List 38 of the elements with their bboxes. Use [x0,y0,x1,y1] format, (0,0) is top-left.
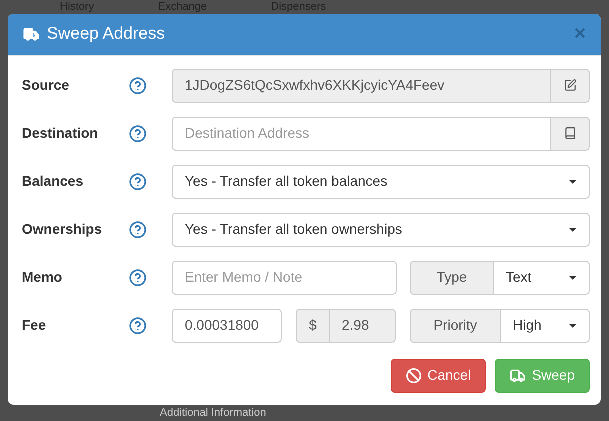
prohibited-icon [406,368,422,384]
dropdown[interactable]: Yes - Transfer all token ownerships [172,212,590,246]
field-label: Fee [22,316,48,335]
address-field[interactable]: Destination Address [172,116,551,150]
book-icon [564,127,576,140]
help-icon[interactable] [129,76,147,94]
caret-icon [569,180,577,184]
field-label: Balances [22,172,84,191]
help-icon[interactable] [129,172,147,190]
dialog-title: Sweep Address [47,23,166,46]
truck-icon [510,368,526,384]
usd-value: 2.98 [330,308,396,342]
dropdown[interactable]: Yes - Transfer all token balances [172,164,590,198]
field-label: Source [22,76,70,95]
field-label: Ownerships [22,220,104,239]
edit-button[interactable] [551,68,590,102]
cancel-button[interactable]: Cancel [390,358,486,392]
caret-icon [569,228,577,232]
currency-symbol: $ [296,308,330,342]
section-title: Additional Information [160,406,266,420]
memo-field[interactable]: Enter Memo / Note [172,260,397,294]
type-dropdown[interactable]: Text [494,260,590,294]
fee-field[interactable]: 0.00031800 [172,308,282,342]
help-icon[interactable] [129,220,147,238]
caret-icon [569,276,577,280]
type-label: Type [410,260,494,294]
field-label: Destination [22,124,100,143]
address-field[interactable]: 1JDogZS6tQcSxwfxhv6XKKjcyicYA4Feev [172,68,551,102]
help-icon[interactable] [129,124,147,142]
help-icon[interactable] [129,268,147,286]
truck-icon [23,26,40,43]
priority-dropdown[interactable]: High [501,308,590,342]
caret-icon [569,324,577,328]
field-label: Memo [22,268,64,287]
priority-label: Priority [410,308,501,342]
address-book-button[interactable] [551,116,590,150]
edit-icon [564,79,576,92]
help-icon[interactable] [129,316,147,334]
